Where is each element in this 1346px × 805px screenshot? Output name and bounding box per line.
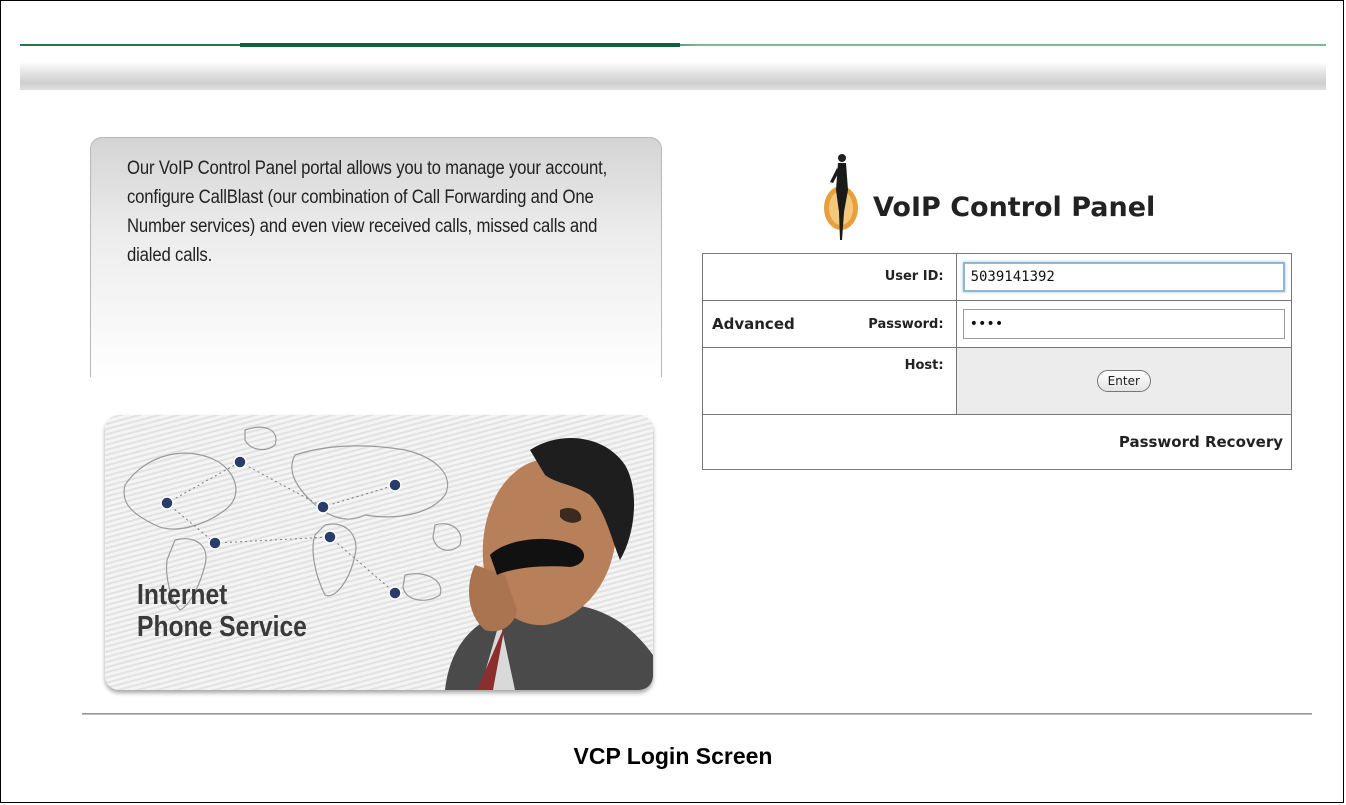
advanced-link[interactable]: Advanced <box>712 315 795 333</box>
header-rule-accent <box>240 43 680 47</box>
password-label: Password: <box>868 317 944 332</box>
enter-button[interactable]: Enter <box>1096 370 1151 392</box>
user-id-value-cell <box>955 253 1293 301</box>
figure-caption: VCP Login Screen <box>573 743 773 769</box>
promo-line-2: Phone Service <box>137 611 307 643</box>
promo-banner: Internet Phone Service <box>105 415 653 690</box>
promo-headline: Internet Phone Service <box>137 579 307 643</box>
info-panel: Our VoIP Control Panel portal allows you… <box>90 137 662 377</box>
login-form: User ID: Advanced Password: Host: Enter … <box>702 253 1293 470</box>
password-input[interactable] <box>962 309 1285 339</box>
user-id-label: User ID: <box>884 269 944 284</box>
host-value-cell: Enter <box>955 347 1293 415</box>
user-id-label-cell: User ID: <box>702 253 957 301</box>
world-map-illustration <box>123 426 653 690</box>
password-label-cell: Advanced Password: <box>702 300 957 348</box>
brand-title: VoIP Control Panel <box>873 192 1156 223</box>
man-on-phone-illustration <box>445 438 653 690</box>
woman-logo-icon <box>824 154 858 240</box>
promo-line-1: Internet <box>137 579 228 611</box>
header-band <box>20 62 1326 90</box>
info-description: Our VoIP Control Panel portal allows you… <box>127 158 608 266</box>
password-value-cell <box>955 300 1293 348</box>
password-recovery-link[interactable]: Password Recovery <box>702 414 1292 470</box>
brand-header: VoIP Control Panel <box>815 150 1215 246</box>
user-id-input[interactable] <box>962 262 1285 292</box>
host-label-cell: Host: <box>702 347 957 415</box>
footer-rule <box>82 713 1312 715</box>
host-label: Host: <box>904 358 944 373</box>
